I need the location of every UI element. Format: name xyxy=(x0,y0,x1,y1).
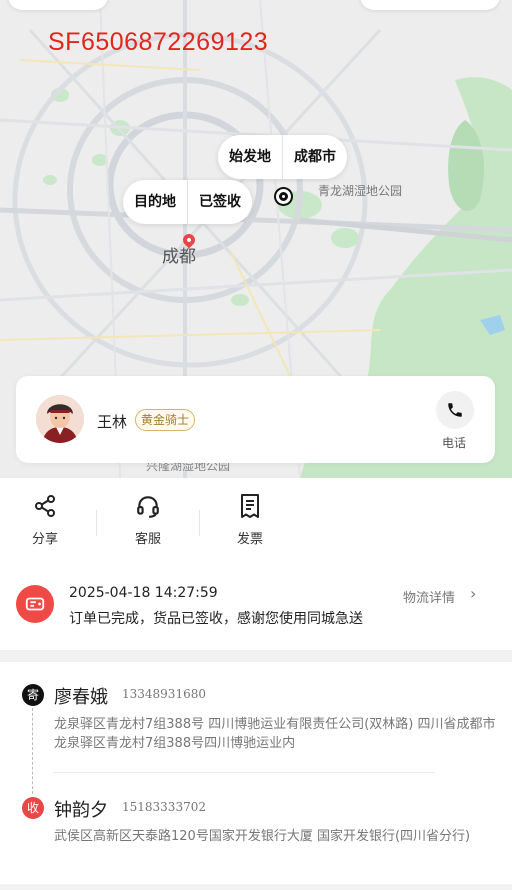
destination-bubble[interactable]: 目的地 已签收 xyxy=(123,180,252,224)
origin-bubble-label: 始发地 xyxy=(229,149,271,165)
origin-bubble-value: 成都市 xyxy=(294,149,336,165)
map-label-park: 青龙湖湿地公园 xyxy=(318,184,403,198)
status-message: 订单已完成，货品已签收，感谢您使用同城急送 xyxy=(69,611,363,627)
invoice-button[interactable]: 发票 xyxy=(220,492,280,547)
sender-address: 龙泉驿区青龙村7组388号 四川博驰运业有限责任公司(双林路) 四川省成都市龙泉… xyxy=(54,717,496,751)
invoice-icon xyxy=(241,494,259,518)
customer-service-button[interactable]: 客服 xyxy=(118,492,178,547)
chevron-right-icon[interactable]: › xyxy=(470,584,476,603)
rider-level-badge: 黄金骑士 xyxy=(135,409,196,431)
headset-icon xyxy=(137,496,159,518)
origin-bubble[interactable]: 始发地 成都市 xyxy=(218,135,347,179)
top-panel-fragment xyxy=(360,0,500,10)
share-button[interactable]: 分享 xyxy=(15,492,75,547)
origin-marker-icon[interactable] xyxy=(276,189,291,204)
receiver-address: 武侯区高新区天泰路120号国家开发银行大厦 国家开发银行(四川省分行) xyxy=(54,829,471,844)
destination-bubble-label: 目的地 xyxy=(134,194,176,210)
action-divider xyxy=(199,510,200,536)
customer-service-label: 客服 xyxy=(134,532,161,547)
status-time: 2025-04-18 14:27:59 xyxy=(69,585,218,601)
tracking-number[interactable]: SF6506872269123 xyxy=(48,28,268,57)
route-connector xyxy=(32,708,33,794)
logistics-detail-link[interactable]: 物流详情 xyxy=(403,587,455,606)
action-divider xyxy=(96,510,97,536)
call-button[interactable] xyxy=(436,391,474,429)
address-divider xyxy=(54,772,434,773)
destination-bubble-value: 已签收 xyxy=(199,194,241,210)
sender-name: 廖春娥 xyxy=(54,687,108,708)
invoice-label: 发票 xyxy=(236,532,263,547)
receiver-name: 钟韵夕 xyxy=(54,800,108,821)
call-label[interactable]: 电话 xyxy=(442,434,466,451)
phone-icon xyxy=(448,403,462,417)
receiver-tag: 收 xyxy=(22,797,44,819)
rider-avatar xyxy=(36,395,84,443)
share-label: 分享 xyxy=(31,532,58,547)
delivery-truck-icon xyxy=(16,585,54,623)
rider-card: 王林 黄金骑士 电话 xyxy=(16,376,495,463)
sender-tag: 寄 xyxy=(22,684,44,706)
rider-name: 王林 xyxy=(97,413,128,431)
top-panel-fragment xyxy=(8,0,108,10)
receiver-phone[interactable]: 15183333702 xyxy=(122,800,206,814)
sender-phone[interactable]: 13348931680 xyxy=(122,687,206,701)
share-icon xyxy=(35,495,55,517)
